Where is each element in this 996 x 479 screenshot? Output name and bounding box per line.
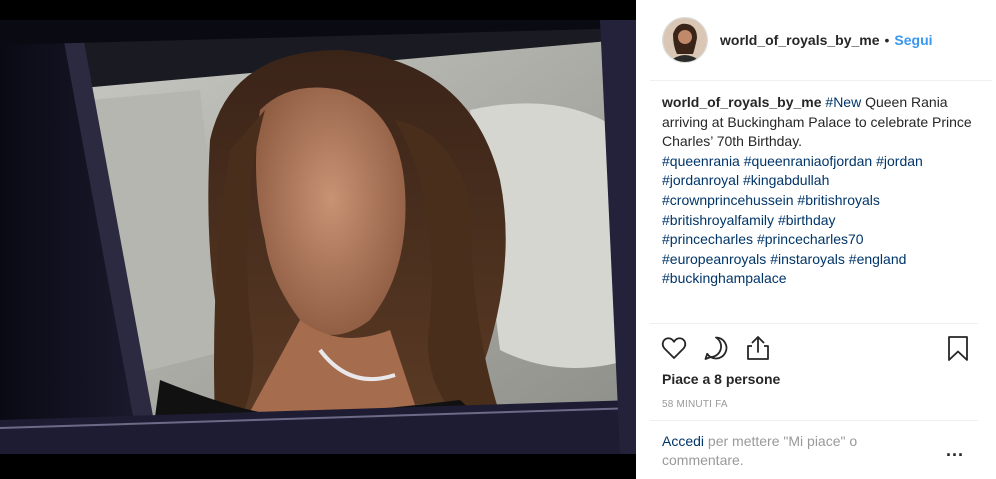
post-timestamp: 58 MINUTI FA — [662, 399, 728, 410]
more-options-button[interactable]: ... — [946, 440, 964, 461]
separator-dot: • — [884, 32, 890, 48]
hashtag-line: #jordanroyal #kingabdullah — [662, 171, 976, 191]
post-photo-area — [0, 0, 636, 479]
hashtag-link[interactable]: #kingabdullah — [743, 172, 829, 188]
caption-username[interactable]: world_of_royals_by_me — [662, 94, 822, 110]
post-header: world_of_royals_by_me • Segui — [650, 0, 992, 81]
hashtag-link[interactable]: #New — [825, 94, 861, 110]
post-photo-image — [0, 20, 636, 454]
login-prompt: Accedi per mettere "Mi piace" o commenta… — [662, 432, 922, 470]
hashtag-line: #princecharles #princecharles70 — [662, 230, 976, 250]
likes-count[interactable]: Piace a 8 persone — [662, 371, 780, 387]
hashtag-list: #queenrania #queenraniaofjordan #jordan #… — [662, 152, 976, 289]
hashtag-line: #buckinghampalace — [662, 269, 976, 289]
comment-icon[interactable] — [702, 334, 730, 362]
hashtag-link[interactable]: #queenrania — [662, 153, 740, 169]
hashtag-link[interactable]: #princecharles — [662, 231, 753, 247]
divider — [650, 420, 978, 421]
hashtag-link[interactable]: #princecharles70 — [757, 231, 864, 247]
hashtag-line: #crownprincehussein #britishroyals — [662, 191, 976, 211]
post-side-panel: world_of_royals_by_me • Segui world_of_r… — [636, 0, 996, 479]
divider — [650, 323, 978, 324]
hashtag-link[interactable]: #queenraniaofjordan — [744, 153, 872, 169]
follow-button[interactable]: Segui — [894, 32, 932, 48]
heart-icon[interactable] — [660, 334, 688, 362]
post-caption: world_of_royals_by_me #New Queen Rania a… — [662, 93, 976, 289]
hashtag-line: #europeanroyals #instaroyals #england — [662, 250, 976, 270]
share-icon[interactable] — [744, 334, 772, 362]
post-photo[interactable] — [0, 20, 636, 454]
hashtag-link[interactable]: #jordanroyal — [662, 172, 739, 188]
avatar-image — [663, 18, 707, 62]
bookmark-icon[interactable] — [944, 334, 972, 362]
post-username[interactable]: world_of_royals_by_me — [720, 32, 880, 48]
action-bar — [660, 334, 972, 364]
hashtag-line: #queenrania #queenraniaofjordan #jordan — [662, 152, 976, 172]
hashtag-link[interactable]: #jordan — [876, 153, 923, 169]
hashtag-link[interactable]: #instaroyals — [770, 251, 845, 267]
hashtag-link[interactable]: #england — [849, 251, 907, 267]
hashtag-link[interactable]: #birthday — [778, 212, 836, 228]
hashtag-link[interactable]: #buckinghampalace — [662, 270, 787, 286]
hashtag-link[interactable]: #crownprincehussein — [662, 192, 794, 208]
hashtag-link[interactable]: #britishroyals — [797, 192, 879, 208]
hashtag-link[interactable]: #britishroyalfamily — [662, 212, 774, 228]
avatar[interactable] — [662, 17, 708, 63]
login-link[interactable]: Accedi — [662, 433, 704, 449]
hashtag-link[interactable]: #europeanroyals — [662, 251, 766, 267]
hashtag-line: #britishroyalfamily #birthday — [662, 211, 976, 231]
